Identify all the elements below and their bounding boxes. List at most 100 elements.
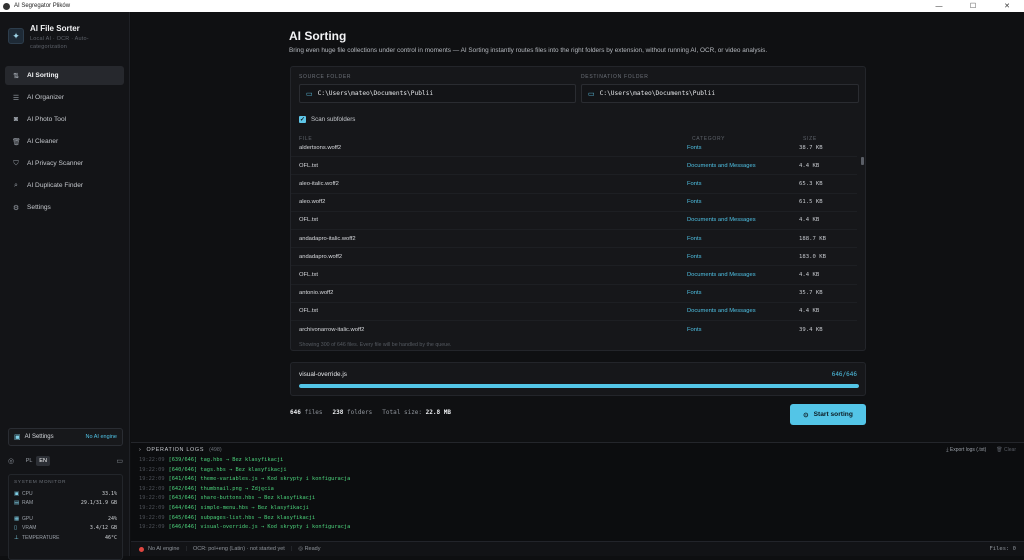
- log-timestamp: 19:22:09: [139, 495, 165, 502]
- sidebar-item-ai-privacy-scanner[interactable]: ⛉ AI Privacy Scanner: [5, 154, 124, 173]
- vram-label: VRAM: [22, 525, 37, 532]
- file-name: OFL.txt: [299, 217, 319, 224]
- file-category: Documents and Messages: [687, 217, 756, 224]
- main-content: AI Sorting Bring even huge file collecti…: [131, 12, 1024, 442]
- folders-count: 238: [332, 409, 344, 416]
- sidebar-item-ai-cleaner[interactable]: 🗑 AI Cleaner: [5, 132, 124, 151]
- maximize-button[interactable]: ☐: [956, 0, 990, 12]
- list-icon: ☰: [12, 94, 20, 102]
- sidebar-item-label: AI Cleaner: [27, 138, 59, 145]
- summary-stats: 646 files 238 folders Total size: 22.8 M…: [290, 409, 451, 416]
- files-label: files: [304, 409, 323, 416]
- ai-engine-status-text: No AI engine: [148, 546, 180, 552]
- sidebar-item-label: AI Duplicate Finder: [27, 182, 84, 189]
- file-name: antonio.woff2: [299, 290, 334, 297]
- table-row[interactable]: OFL.txt Documents and Messages 4.4 KB: [291, 303, 857, 321]
- table-row[interactable]: OFL.txt Documents and Messages 4.4 KB: [291, 266, 857, 285]
- log-message: [645/646] subpages-list.hbs → Bez klasyf…: [168, 514, 316, 521]
- file-name: aleo-italic.woff2: [299, 180, 339, 187]
- file-name: OFL.txt: [299, 308, 319, 315]
- file-size: 39.4 KB: [799, 326, 823, 333]
- table-row[interactable]: archivonarrow-italic.woff2 Fonts 39.4 KB: [291, 321, 857, 338]
- minimize-button[interactable]: —: [922, 0, 956, 12]
- folders-label: folders: [347, 409, 373, 416]
- files-count: 646: [290, 409, 301, 416]
- page-description: Bring even huge file collections under c…: [289, 47, 768, 54]
- column-header-category: CATEGORY: [692, 136, 726, 142]
- source-folder-input[interactable]: ▭ C:\Users\mateo\Documents\Publii: [299, 84, 576, 103]
- ai-settings-button[interactable]: ▣ AI Settings No AI engine: [8, 428, 123, 446]
- export-logs-label: Export logs (.txt): [949, 447, 987, 453]
- file-name: aleo.woff2: [299, 199, 326, 206]
- table-row[interactable]: andadapro.woff2 Fonts 183.0 KB: [291, 248, 857, 267]
- log-line: 19:22:09 [640/646] tags.hbs → Bez klasyfi…: [139, 467, 1009, 477]
- log-message: [640/646] tags.hbs → Bez klasyfikacji: [168, 466, 287, 473]
- destination-folder-input[interactable]: ▭ C:\Users\mateo\Documents\Publii: [581, 84, 859, 103]
- sidebar-item-ai-duplicate-finder[interactable]: ⌕ AI Duplicate Finder: [5, 176, 124, 195]
- progress-count: 646/646: [831, 371, 857, 378]
- sidebar-item-ai-sorting[interactable]: ⇅ AI Sorting: [5, 66, 124, 85]
- file-category: Fonts: [687, 199, 702, 206]
- destination-folder-label: DESTINATION FOLDER: [581, 74, 649, 80]
- status-bar: No AI engine | OCR: pol+eng (Latin) · no…: [131, 541, 1024, 556]
- ai-engine-status: No AI engine: [85, 434, 118, 440]
- file-table[interactable]: aldertsons.woff2 Fonts 38.7 KB OFL.txt Docum…: [291, 145, 857, 338]
- cpu-value: 33.1%: [101, 490, 117, 497]
- system-monitor-title: SYSTEM MONITOR: [14, 480, 67, 485]
- sidebar-item-label: AI Organizer: [27, 94, 65, 101]
- sidebar-item-ai-photo-tool[interactable]: ◙ AI Photo Tool: [5, 110, 124, 129]
- temperature-row: ⊥ TEMPERATURE 46°C: [14, 533, 117, 543]
- checkbox-checked-icon[interactable]: ✓: [299, 116, 306, 123]
- gpu-icon: ▦: [14, 515, 20, 522]
- file-category: Documents and Messages: [687, 308, 756, 315]
- sidebar-item-settings[interactable]: ⚙ Settings: [5, 198, 124, 217]
- table-scrollbar[interactable]: [861, 157, 864, 165]
- file-size: 61.5 KB: [799, 199, 823, 206]
- log-lines: 19:22:09 [639/646] tag.hbs → Bez klasyfik…: [139, 457, 1009, 534]
- system-monitor: SYSTEM MONITOR ▣ CPU 33.1% ▤ RAM 29.1/31…: [8, 474, 123, 560]
- close-button[interactable]: ✕: [990, 0, 1024, 12]
- start-sorting-button[interactable]: ⊙ Start sorting: [790, 404, 866, 425]
- log-message: [643/646] share-buttons.hbs → Bez klasyf…: [168, 495, 316, 502]
- camera-icon: ◙: [13, 116, 19, 123]
- gpu-label: GPU: [22, 515, 33, 522]
- total-size-value: 22.8 MB: [425, 409, 451, 416]
- file-category: Fonts: [687, 235, 702, 242]
- file-size: 188.7 KB: [799, 235, 826, 242]
- table-row[interactable]: aleo-italic.woff2 Fonts 65.3 KB: [291, 175, 857, 194]
- monitor-icon[interactable]: ▭: [116, 457, 123, 465]
- shield-icon: ⛉: [13, 159, 19, 167]
- table-row[interactable]: aleo.woff2 Fonts 61.5 KB: [291, 194, 857, 212]
- log-message: [642/646] thumbnail.png → Zdjęcia: [168, 485, 274, 492]
- temperature-label: TEMPERATURE: [22, 534, 60, 541]
- file-name: OFL.txt: [299, 271, 319, 278]
- sidebar-item-ai-organizer[interactable]: ☰ AI Organizer: [5, 88, 124, 107]
- chevron-right-icon[interactable]: ›: [139, 447, 142, 453]
- file-category: Fonts: [687, 145, 702, 151]
- language-en-button[interactable]: EN: [36, 456, 51, 466]
- file-size: 65.3 KB: [799, 180, 823, 187]
- clear-logs-button[interactable]: 🗑 Clear: [996, 447, 1016, 453]
- logs-header[interactable]: › OPERATION LOGS (498): [139, 447, 222, 453]
- ram-value: 29.1/31.9 GB: [80, 500, 117, 507]
- gpu-row: ▦ GPU 24%: [14, 514, 117, 524]
- language-pl-button[interactable]: PL: [22, 456, 36, 466]
- ram-row: ▤ RAM 29.1/31.9 GB: [14, 499, 117, 509]
- globe-icon: ◎: [8, 458, 15, 465]
- ai-chip-icon: ▣: [14, 434, 21, 441]
- progress-panel: visual-override.js 646/646: [290, 362, 866, 396]
- table-row[interactable]: OFL.txt Documents and Messages 4.4 KB: [291, 212, 857, 230]
- scan-subfolders-toggle[interactable]: ✓ Scan subfolders: [299, 116, 355, 123]
- export-logs-button[interactable]: ⤓ Export logs (.txt): [946, 447, 986, 453]
- vram-value: 3.4/12 GB: [89, 525, 117, 532]
- table-row[interactable]: OFL.txt Documents and Messages 4.4 KB: [291, 157, 857, 176]
- progress-current-file: visual-override.js: [299, 371, 347, 378]
- ocr-status: OCR: pol+eng (Latin) · not started yet: [192, 546, 285, 552]
- table-row[interactable]: antonio.woff2 Fonts 35.7 KB: [291, 285, 857, 303]
- start-sorting-label: Start sorting: [813, 411, 853, 418]
- table-row[interactable]: aldertsons.woff2 Fonts 38.7 KB: [291, 145, 857, 158]
- sort-icon: ⇅: [13, 72, 19, 80]
- source-folder-path: C:\Users\mateo\Documents\Publii: [317, 90, 434, 97]
- sidebar: ✦ AI File Sorter Local AI · OCR · Auto-c…: [0, 12, 130, 560]
- table-row[interactable]: andadapro-italic.woff2 Fonts 188.7 KB: [291, 230, 857, 249]
